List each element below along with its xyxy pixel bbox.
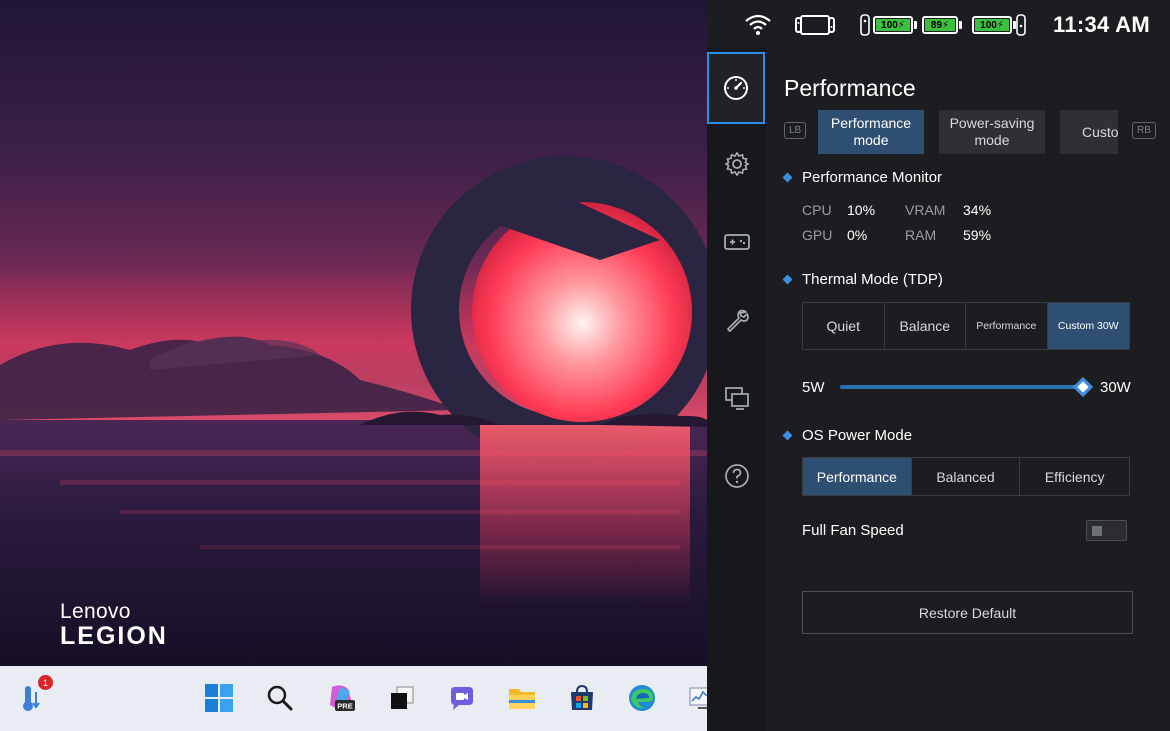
nav-performance[interactable] <box>707 52 765 124</box>
ram-label: RAM <box>905 227 937 243</box>
os-power-mode-selector: Performance Balanced Efficiency <box>802 457 1130 496</box>
vram-stat: VRAM <box>905 202 945 218</box>
gear-icon <box>723 151 750 177</box>
cpu-stat: CPU <box>802 202 832 218</box>
notification-badge: 1 <box>38 675 53 690</box>
right-controller-battery: 100 ⚡ <box>972 15 1016 35</box>
right-battery-level: 100 <box>980 19 997 31</box>
thermometer-icon[interactable]: 1 <box>15 675 53 714</box>
gpu-value: 0% <box>847 227 868 243</box>
toggle-knob <box>1092 526 1102 536</box>
tdp-min-label: 5W <box>802 379 825 396</box>
help-icon <box>724 464 749 488</box>
os-power-balanced-button[interactable]: Balanced <box>911 458 1021 495</box>
bullet-diamond <box>782 430 793 441</box>
nav-help[interactable] <box>707 440 766 512</box>
performance-monitor-heading: Performance Monitor <box>782 169 943 186</box>
rb-bumper-hint: RB <box>1132 122 1156 139</box>
legion-space-panel: 100 ⚡ 89 ⚡ 100 ⚡ 11:34 AM Performance LB… <box>707 0 1170 731</box>
gpu-label: GPU <box>802 227 833 243</box>
restore-default-button[interactable]: Restore Default <box>802 591 1133 634</box>
device-battery: 89 ⚡ <box>922 15 962 35</box>
search-icon[interactable] <box>264 682 296 714</box>
brand-legion-text: LEGION <box>60 622 168 650</box>
os-power-efficiency-button[interactable]: Efficiency <box>1020 458 1130 495</box>
bullet-diamond <box>782 274 793 285</box>
speedometer-icon <box>724 76 748 100</box>
os-power-performance-button[interactable]: Performance <box>803 458 912 495</box>
gpu-stat: GPU <box>802 227 832 243</box>
taskbar: 1 PRE <box>0 666 711 731</box>
nav-display[interactable] <box>707 362 766 434</box>
page-title: Performance <box>784 75 916 101</box>
nav-settings[interactable] <box>707 128 766 200</box>
nav-controller[interactable] <box>707 206 766 278</box>
pre-label: PRE <box>337 702 352 711</box>
os-power-mode-heading: OS Power Mode <box>782 427 913 444</box>
lenovo-legion-logo: Lenovo LEGION <box>60 600 168 651</box>
display-icon <box>724 387 749 410</box>
file-explorer-icon[interactable] <box>506 682 538 714</box>
edge-browser-icon[interactable] <box>626 682 658 714</box>
tab-custom[interactable]: Custom <box>1060 110 1118 154</box>
thermal-mode-selector: Quiet Balance Performance Custom 30W <box>802 302 1130 350</box>
panel-nav <box>707 48 766 731</box>
bullet-diamond <box>782 172 793 183</box>
clock: 11:34 AM <box>1053 12 1150 37</box>
left-controller-battery: 100 ⚡ <box>873 15 917 35</box>
vram-label: VRAM <box>905 202 946 218</box>
ram-stat: RAM <box>905 227 936 243</box>
tab-performance-mode[interactable]: Performance mode <box>818 110 924 154</box>
cpu-label: CPU <box>802 202 832 218</box>
tdp-max-label: 30W <box>1100 379 1131 396</box>
status-bar: 100 ⚡ 89 ⚡ 100 ⚡ 11:34 AM <box>707 0 1170 48</box>
vram-value: 34% <box>963 202 992 218</box>
ram-value: 59% <box>963 227 992 243</box>
brand-lenovo-text: Lenovo <box>60 600 131 623</box>
full-fan-speed-toggle[interactable] <box>1086 520 1127 541</box>
nav-tools[interactable] <box>707 284 766 356</box>
teams-chat-icon[interactable] <box>446 682 478 714</box>
os-power-mode-label: OS Power Mode <box>802 427 913 444</box>
wifi-icon <box>745 14 771 41</box>
thermal-custom-button[interactable]: Custom 30W <box>1047 303 1129 349</box>
left-controller-icon <box>860 14 870 41</box>
cpu-value: 10% <box>847 202 876 218</box>
thermal-balance-button[interactable]: Balance <box>884 303 966 349</box>
device-handheld-icon <box>795 14 835 41</box>
windows-start-icon[interactable] <box>203 682 235 714</box>
left-battery-level: 100 <box>881 19 898 31</box>
tdp-slider-thumb[interactable] <box>1073 377 1093 397</box>
copilot-pre-icon[interactable]: PRE <box>325 682 357 714</box>
tab-power-saving-mode[interactable]: Power-saving mode <box>939 110 1045 154</box>
gamepad-icon <box>723 234 750 250</box>
thermal-mode-heading: Thermal Mode (TDP) <box>782 271 943 288</box>
thermal-performance-button[interactable]: Performance <box>966 303 1048 349</box>
full-fan-speed-label: Full Fan Speed <box>802 522 904 539</box>
thermal-mode-label: Thermal Mode (TDP) <box>802 271 943 288</box>
task-view-icon[interactable] <box>386 682 418 714</box>
performance-monitor-label: Performance Monitor <box>802 169 943 186</box>
thermal-quiet-button[interactable]: Quiet <box>803 303 885 349</box>
tdp-slider-track[interactable] <box>840 385 1083 389</box>
wrench-icon <box>726 309 749 332</box>
lb-bumper-hint: LB <box>784 122 807 139</box>
desktop-wallpaper: Lenovo LEGION <box>0 0 707 666</box>
microsoft-store-icon[interactable] <box>566 682 598 714</box>
device-battery-level: 89 <box>930 19 943 31</box>
right-controller-icon <box>1016 14 1026 41</box>
